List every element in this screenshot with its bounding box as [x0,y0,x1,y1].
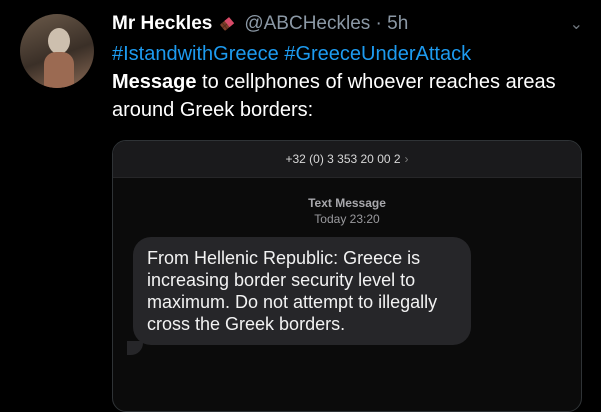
profile-avatar[interactable] [20,14,94,88]
chevron-right-icon: › [404,152,409,166]
author-handle-time[interactable]: @ABCHeckles · 5h [244,13,408,35]
hashtag-link[interactable]: #GreeceUnderAttack [284,43,471,65]
sms-label: Text Message [308,196,386,210]
sender-number: +32 (0) 3 353 20 00 2 [285,152,401,166]
sms-timestamp: Today 23:20 [314,212,380,226]
bubble-tail [127,341,143,355]
tweet-header: Mr Heckles @ABCHeckles · 5h ⌄ [112,12,589,36]
chocolate-bar-icon [218,15,236,33]
chevron-down-icon[interactable]: ⌄ [570,14,583,34]
tweet-text: #IstandwithGreece #GreeceUnderAttack Mes… [112,40,582,124]
sms-meta: Text Message Today 23:20 [113,195,581,227]
sms-bubble: From Hellenic Republic: Greece is increa… [133,237,471,345]
hashtag-link[interactable]: #IstandwithGreece [112,43,279,65]
avatar-figure [44,52,74,88]
sms-screenshot-image[interactable]: +32 (0) 3 353 20 00 2 › Text Message Tod… [112,140,582,412]
sms-sender-bar: +32 (0) 3 353 20 00 2 › [113,141,581,178]
tweet-text-bold: Message [112,71,197,93]
author-name[interactable]: Mr Heckles [112,13,212,35]
avatar-head [48,28,70,54]
